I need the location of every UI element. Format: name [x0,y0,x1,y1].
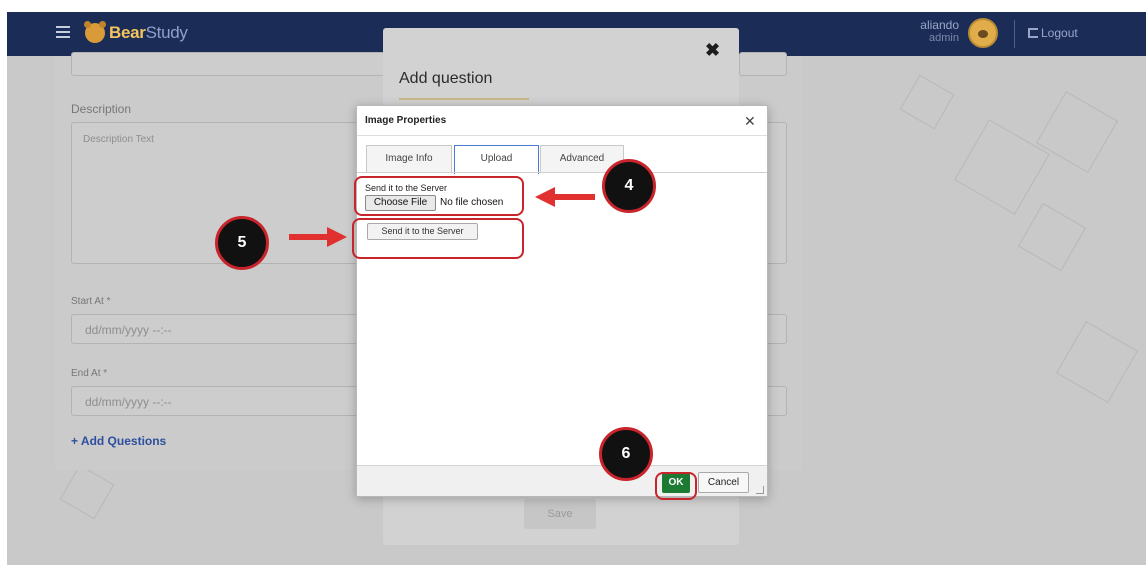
arrowhead-right-icon [327,227,347,247]
resize-handle[interactable] [756,486,764,494]
top-input-field-right[interactable] [739,52,787,76]
description-label: Description [71,102,132,116]
description-placeholder: Description Text [83,134,154,145]
tab-upload[interactable]: Upload [454,145,539,174]
avatar[interactable] [968,18,998,48]
bear-logo-icon [84,21,106,43]
dialog-header: Image Properties ✕ [357,106,767,136]
brand-text-study: Study [145,23,188,42]
menu-icon[interactable] [56,26,70,38]
close-icon[interactable]: ✕ [744,113,756,130]
bg-hexagon [1036,91,1118,173]
tab-divider [357,172,767,173]
add-question-title: Add question [399,70,493,87]
save-button[interactable]: Save [524,499,596,529]
highlight-file-input [354,176,524,216]
title-underline [399,98,529,100]
brand-logo[interactable]: BearStudy [109,23,188,43]
logout-icon[interactable] [1028,28,1038,38]
bg-hexagon [899,74,955,130]
arrow-left-icon [553,194,595,200]
step-badge-4: 4 [602,159,656,213]
arrowhead-left-icon [535,187,555,207]
user-role: admin [929,32,959,44]
dialog-footer: OK Cancel [357,465,767,496]
logout-link[interactable]: Logout [1041,26,1078,40]
dialog-title: Image Properties [365,115,447,126]
step-badge-6: 6 [599,427,653,481]
bg-hexagon [1056,321,1138,403]
brand-text-bear: Bear [109,23,146,42]
end-at-label: End At * [71,368,108,379]
tab-image-info[interactable]: Image Info [366,145,452,173]
highlight-send-button [352,218,524,259]
add-questions-link[interactable]: + Add Questions [71,434,166,448]
start-at-label: Start At * [71,296,111,307]
bg-hexagon [59,464,115,520]
image-properties-dialog: Image Properties ✕ Image Info Upload Adv… [356,105,768,497]
highlight-ok-button [655,472,697,500]
step-badge-5: 5 [215,216,269,270]
screenshot-frame: BearStudy aliando admin Logout Descripti… [7,12,1146,565]
arrow-right-icon [289,234,329,240]
end-at-placeholder: dd/mm/yyyy --:-- [85,395,172,409]
close-icon[interactable]: ✖ [705,40,720,61]
bg-hexagon [954,119,1050,215]
top-input-field[interactable] [71,52,385,76]
bg-hexagon [1017,202,1087,272]
user-name: aliando [920,18,959,32]
cancel-button[interactable]: Cancel [698,472,749,493]
navbar-divider [1014,20,1015,48]
start-at-placeholder: dd/mm/yyyy --:-- [85,323,172,337]
